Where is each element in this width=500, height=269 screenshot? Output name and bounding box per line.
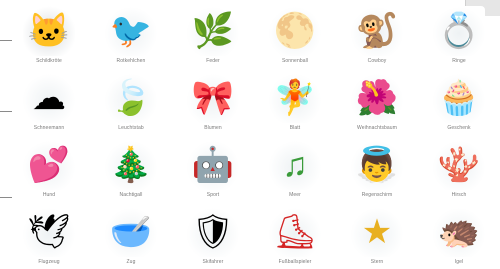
design-caption: Stern bbox=[370, 259, 384, 265]
cat-face-icon: 🐱 bbox=[23, 6, 75, 56]
music-note-icon: ♫ bbox=[269, 140, 321, 190]
design-caption: Sport bbox=[206, 192, 220, 198]
design-caption: Meer bbox=[289, 192, 301, 198]
design-caption: Nachtigall bbox=[119, 192, 143, 198]
robin-bird-icon: 🐦 bbox=[105, 6, 157, 56]
design-tile[interactable]: 🧚 Blatt bbox=[254, 67, 336, 134]
cloud-icon: ☁ bbox=[23, 73, 75, 123]
design-caption: Ringe bbox=[452, 58, 466, 64]
design-tile[interactable]: 🎄 Nachtigall bbox=[90, 134, 172, 201]
star-icon: ★ bbox=[351, 207, 403, 257]
design-tile[interactable]: 🌿 Feder bbox=[172, 0, 254, 67]
design-caption: Schildkröte bbox=[36, 58, 62, 64]
design-tile[interactable]: ★ Stern bbox=[336, 201, 418, 269]
design-tile[interactable]: 🎀 Blumen bbox=[172, 67, 254, 134]
design-tile[interactable]: 👼 Regenschirm bbox=[336, 134, 418, 201]
design-caption: Cowboy bbox=[367, 58, 387, 64]
design-tile[interactable]: 🛡 Skifahrer bbox=[172, 201, 254, 269]
design-tile[interactable]: 💕 Hund bbox=[8, 134, 90, 201]
design-caption: Fußballspieler bbox=[278, 259, 312, 265]
design-tile[interactable]: 🧁 Geschenk bbox=[418, 67, 500, 134]
design-caption: Geschenk bbox=[447, 125, 471, 131]
monkey-icon: 🐒 bbox=[351, 6, 403, 56]
coral-icon: 🪸 bbox=[433, 140, 485, 190]
design-tile[interactable]: 🐦 Rotkehlchen bbox=[90, 0, 172, 67]
wave-leaf-icon: 🌿 bbox=[187, 6, 239, 56]
rings-icon: 💍 bbox=[433, 6, 485, 56]
design-tile[interactable]: ☁ Schneemann bbox=[8, 67, 90, 134]
design-tile[interactable]: 🌺 Weihnachtsbaum bbox=[336, 67, 418, 134]
sun-ball-icon: 🌕 bbox=[269, 6, 321, 56]
design-caption: Flugzeug bbox=[38, 259, 60, 265]
skater-icon: ⛸ bbox=[269, 207, 321, 257]
design-tile[interactable]: 🦔 Igel bbox=[418, 201, 500, 269]
design-tile[interactable]: 🪸 Hirsch bbox=[418, 134, 500, 201]
design-caption: Igel bbox=[454, 259, 464, 265]
design-caption: Regenschirm bbox=[361, 192, 393, 198]
design-caption: Schneemann bbox=[33, 125, 65, 131]
design-tile[interactable]: 💍 Ringe bbox=[418, 0, 500, 67]
design-caption: Hund bbox=[42, 192, 56, 198]
design-caption: Sonnenball bbox=[281, 58, 309, 64]
design-tile[interactable]: 🕊 Flugzeug bbox=[8, 201, 90, 269]
flowers-icon: 🌺 bbox=[351, 73, 403, 123]
design-caption: Zug bbox=[126, 259, 136, 265]
christmas-tree-icon: 🎄 bbox=[105, 140, 157, 190]
design-tile[interactable]: 🐒 Cowboy bbox=[336, 0, 418, 67]
design-caption: Leuchtstab bbox=[118, 125, 144, 131]
bowl-icon: 🥣 bbox=[105, 207, 157, 257]
design-tile[interactable]: 🤖 Sport bbox=[172, 134, 254, 201]
design-caption: Hirsch bbox=[451, 192, 467, 198]
design-caption: Blumen bbox=[204, 125, 222, 131]
cupcake-icon: 🧁 bbox=[433, 73, 485, 123]
fairy-icon: 🧚 bbox=[269, 73, 321, 123]
leaf-icon: 🍃 bbox=[105, 73, 157, 123]
design-tile[interactable]: 🌕 Sonnenball bbox=[254, 0, 336, 67]
design-caption: Feder bbox=[206, 58, 220, 64]
heart-icon: 💕 bbox=[23, 140, 75, 190]
design-caption: Skifahrer bbox=[202, 259, 224, 265]
dove-icon: 🕊 bbox=[23, 207, 75, 257]
design-tile[interactable]: 🐱 Schildkröte bbox=[8, 0, 90, 67]
design-caption: Weihnachtsbaum bbox=[357, 125, 397, 131]
angel-icon: 👼 bbox=[351, 140, 403, 190]
design-tile[interactable]: 🥣 Zug bbox=[90, 201, 172, 269]
design-grid: 🐱 Schildkröte 🐦 Rotkehlchen 🌿 Feder 🌕 So… bbox=[8, 0, 500, 269]
design-tile[interactable]: ♫ Meer bbox=[254, 134, 336, 201]
robot-icon: 🤖 bbox=[187, 140, 239, 190]
design-caption: Rotkehlchen bbox=[116, 58, 146, 64]
design-tile[interactable]: ⛸ Fußballspieler bbox=[254, 201, 336, 269]
ribbon-knot-icon: 🎀 bbox=[187, 73, 239, 123]
shield-icon: 🛡 bbox=[187, 207, 239, 257]
hedgehog-icon: 🦔 bbox=[433, 207, 485, 257]
design-tile[interactable]: 🍃 Leuchtstab bbox=[90, 67, 172, 134]
design-caption: Blatt bbox=[289, 125, 301, 131]
